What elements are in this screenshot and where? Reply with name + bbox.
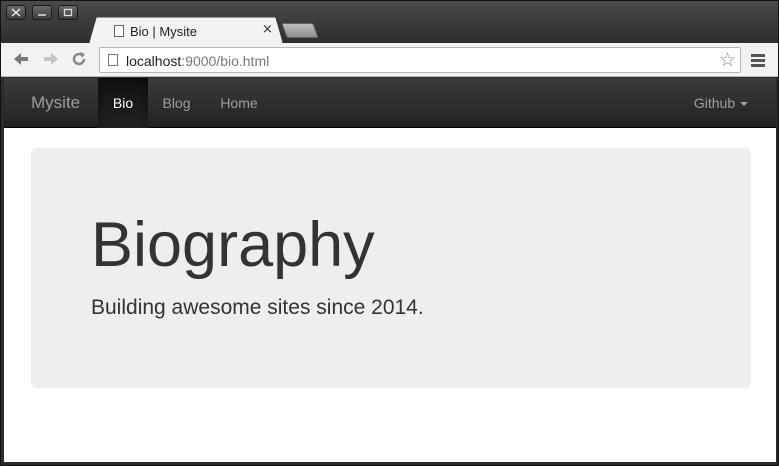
address-bar[interactable]: localhost:9000/bio.html ☆: [99, 47, 741, 73]
window-close-button[interactable]: [6, 5, 26, 20]
tab-title: Bio | Mysite: [130, 24, 197, 39]
site-brand[interactable]: Mysite: [31, 93, 80, 113]
window-maximize-button[interactable]: [58, 5, 78, 20]
url-path: :9000/bio.html: [181, 53, 270, 69]
close-icon: [11, 8, 21, 17]
back-arrow-icon[interactable]: [11, 49, 31, 69]
title-bar: Bio | Mysite ×: [1, 1, 778, 44]
nav-label: Home: [220, 95, 258, 111]
nav-item-bio[interactable]: Bio: [98, 78, 148, 128]
site-navbar: Mysite Bio Blog Home Github: [4, 78, 776, 128]
nav-label: Github: [693, 95, 736, 111]
menu-icon[interactable]: [751, 54, 765, 69]
page-icon: [114, 25, 124, 37]
tab-close-icon[interactable]: ×: [262, 22, 273, 37]
forward-arrow-icon[interactable]: [41, 49, 61, 69]
browser-window: Bio | Mysite × localhost:9000/bio.html ☆…: [0, 0, 779, 466]
new-tab-button[interactable]: [281, 23, 319, 38]
jumbotron: Biography Building awesome sites since 2…: [31, 148, 751, 388]
nav-label: Bio: [112, 95, 134, 111]
nav-label: Blog: [162, 95, 191, 111]
lead-text: Building awesome sites since 2014.: [91, 296, 424, 319]
url-host: localhost: [126, 53, 182, 69]
page-title: Biography: [91, 210, 375, 280]
bookmark-star-icon[interactable]: ☆: [719, 49, 736, 71]
window-minimize-button[interactable]: [32, 5, 52, 20]
caret-down-icon: [740, 102, 749, 107]
nav-dropdown-github[interactable]: Github: [686, 78, 756, 128]
url-text[interactable]: localhost:9000/bio.html: [126, 53, 269, 69]
nav-item-home[interactable]: Home: [211, 78, 267, 128]
nav-item-blog[interactable]: Blog: [154, 78, 199, 128]
reload-icon[interactable]: [69, 49, 89, 69]
page-icon: [108, 54, 118, 66]
browser-toolbar: localhost:9000/bio.html ☆: [1, 43, 778, 77]
page-viewport: Mysite Bio Blog Home Github Biography Bu…: [4, 78, 776, 462]
maximize-icon: [63, 8, 73, 17]
minimize-icon: [38, 14, 46, 16]
browser-tab[interactable]: Bio | Mysite ×: [89, 17, 283, 44]
